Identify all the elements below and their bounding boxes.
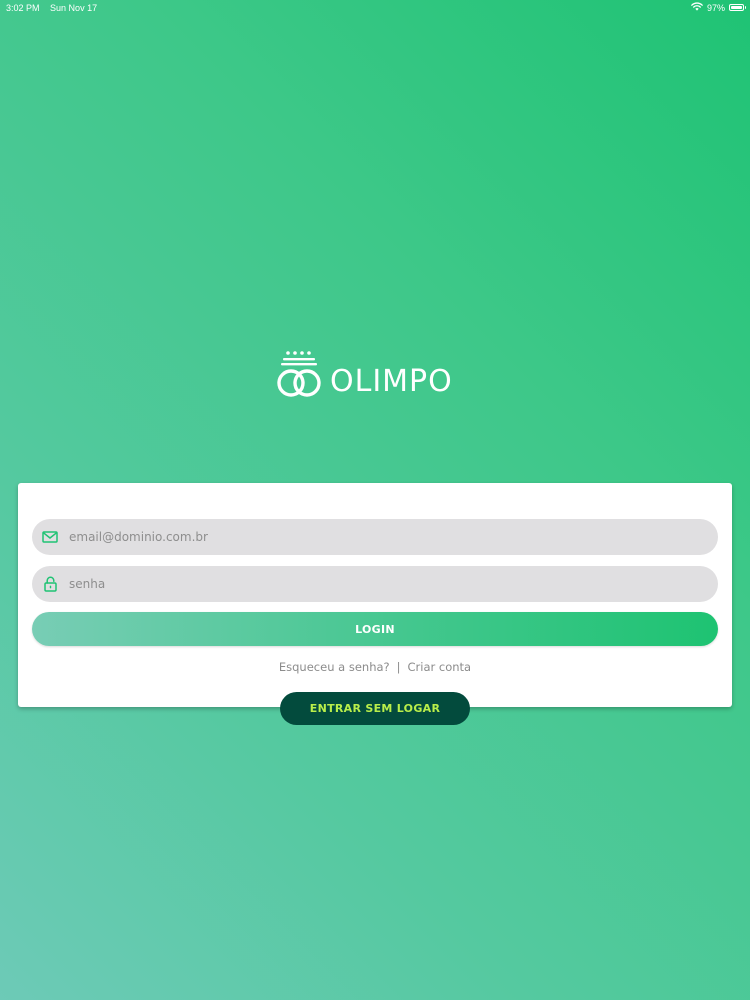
link-separator: | <box>396 660 401 674</box>
email-input[interactable] <box>67 529 718 545</box>
lock-icon <box>41 575 59 593</box>
battery-icon <box>729 4 746 11</box>
guest-login-button[interactable]: ENTRAR SEM LOGAR <box>280 692 470 725</box>
status-bar: 3:02 PM Sun Nov 17 97% <box>0 0 750 16</box>
email-field[interactable] <box>32 519 718 555</box>
battery-percent: 97% <box>706 2 725 13</box>
login-button[interactable]: LOGIN <box>32 612 718 646</box>
password-input[interactable] <box>67 576 718 592</box>
password-field[interactable] <box>32 566 718 602</box>
account-links: Esqueceu a senha? | Criar conta <box>18 660 732 674</box>
envelope-icon <box>41 528 59 546</box>
create-account-link[interactable]: Criar conta <box>408 660 472 674</box>
wifi-icon <box>691 2 703 13</box>
login-card: LOGIN Esqueceu a senha? | Criar conta <box>18 483 732 707</box>
logo-text: OLIMPO <box>330 364 453 399</box>
status-time: 3:02 PM <box>6 3 40 13</box>
olimpo-logo: OLIMPO <box>276 349 476 401</box>
status-date: Sun Nov 17 <box>50 3 98 13</box>
rings-crown-icon <box>277 351 321 397</box>
battery-level <box>731 6 742 9</box>
forgot-password-link[interactable]: Esqueceu a senha? <box>279 660 390 674</box>
